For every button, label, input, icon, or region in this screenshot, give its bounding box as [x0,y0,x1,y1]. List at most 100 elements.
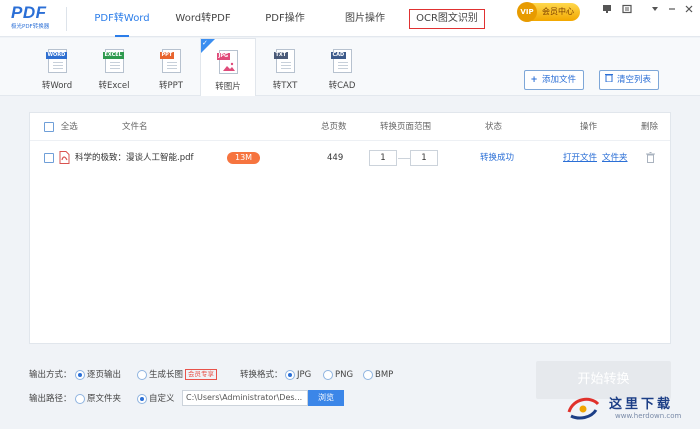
col-file-name: 文件名 [122,122,148,132]
tool-label: 转PPT [159,81,183,91]
file-size-cell: 13M [227,143,261,173]
path-original-radio[interactable]: 原文件夹 [75,393,121,405]
vip-only-tag: 会员专享 [185,369,218,380]
col-total-pages: 总页数 [321,122,347,132]
minimize-icon[interactable] [665,4,679,18]
tab-label: 图片操作 [345,13,385,24]
browse-button[interactable]: 浏览 [308,390,344,406]
tab-pdf-operations[interactable]: PDF操作 [262,0,308,37]
tool-label: 转Excel [98,81,130,91]
add-file-label: 添加文件 [542,75,577,85]
col-operation: 操作 [580,122,598,132]
range-from-input[interactable]: 1 [369,150,397,166]
radio-unselected [323,369,333,380]
file-badge: WORD [45,52,68,59]
clear-list-button[interactable]: 清空列表 [599,70,660,90]
top-bar: PDF 极光PDF转换器 PDF转Word Word转PDF PDF操作 图片操… [0,0,700,37]
col-page-range: 转换页面范围 [380,122,432,132]
format-label: 转换格式： [240,370,283,380]
tab-pdf-to-word[interactable]: PDF转Word [91,0,153,37]
format-png-radio[interactable]: PNG [323,369,353,381]
vip-center-button[interactable]: VIP 会员中心 [517,2,580,22]
file-badge: PPT [159,52,175,59]
tool-to-ppt[interactable]: PPT 转PPT [143,42,199,96]
tab-label: OCR图文识别 [416,13,478,24]
tab-label: Word转PDF [175,13,231,24]
format-jpg-radio[interactable]: JPG [285,369,311,381]
tool-to-word[interactable]: WORD 转Word [29,42,85,96]
watermark: 这里下载 www.herdown.com [565,392,693,426]
excel-file-icon: EXCEL [102,49,124,73]
output-path-input[interactable]: C:\Users\Administrator\Des... [182,390,308,406]
mode-long-image-radio[interactable]: 生成长图 会员专享 [137,369,218,381]
clear-list-label: 清空列表 [617,75,652,85]
watermark-url: www.herdown.com [615,412,682,420]
open-file-link[interactable]: 打开文件 [563,143,597,173]
file-name: 科学的极致：漫谈人工智能.pdf [75,153,194,163]
txt-file-icon: TXT [273,49,295,73]
tab-ocr[interactable]: OCR图文识别 [409,9,485,29]
image-file-icon: JPG [216,50,238,74]
check-icon: ✓ [202,39,208,47]
path-original-label: 原文件夹 [87,394,122,404]
open-file-label: 打开文件 [563,153,598,163]
select-all-checkbox[interactable] [44,121,54,132]
radio-unselected [75,393,85,404]
vip-crown-icon: VIP [517,2,537,22]
format-png-label: PNG [335,370,354,380]
message-icon[interactable] [620,4,634,18]
file-badge: CAD [330,52,347,59]
close-icon[interactable] [682,4,696,18]
select-all-label: 全选 [60,122,78,132]
radio-selected [137,393,147,404]
col-delete: 删除 [641,122,659,132]
logo-subtitle: 极光PDF转换器 [11,24,50,30]
tool-label: 转图片 [215,82,241,92]
col-status: 状态 [485,122,503,132]
format-bmp-label: BMP [375,370,394,380]
row-checkbox[interactable] [44,152,54,163]
plus-icon: + [530,75,538,85]
table-row: 科学的极致：漫谈人工智能.pdf 13M 449 1 1 转换成功 打开文件 文… [30,143,670,173]
mode-per-page-label: 逐页输出 [87,370,122,380]
vip-center-label: 会员中心 [542,7,574,16]
app-logo: PDF 极光PDF转换器 [11,4,57,32]
select-all[interactable]: 全选 [44,113,78,141]
tab-word-to-pdf[interactable]: Word转PDF [172,0,234,37]
add-file-button[interactable]: + 添加文件 [524,70,585,90]
tool-label: 转TXT [272,81,298,91]
menu-dropdown-icon[interactable] [648,4,662,18]
mode-per-page-radio[interactable]: 逐页输出 [75,369,121,381]
ppt-file-icon: PPT [159,49,181,73]
status-text: 转换成功 [480,153,515,163]
open-folder-link[interactable]: 文件夹 [602,143,628,173]
tool-to-cad[interactable]: CAD 转CAD [314,42,370,96]
tool-to-excel[interactable]: EXCEL 转Excel [86,42,142,96]
range-to-input[interactable]: 1 [410,150,438,166]
feedback-icon[interactable] [600,4,614,18]
file-size-badge: 13M [227,152,261,164]
tab-label: PDF操作 [265,13,305,24]
tool-to-txt[interactable]: TXT 转TXT [257,42,313,96]
conversion-toolbar: WORD 转Word EXCEL 转Excel PPT 转PPT ✓ JPG 转… [0,38,700,96]
path-custom-radio[interactable]: 自定义 [137,393,175,405]
row-checkbox-cell[interactable] [44,143,54,173]
radio-selected [75,369,85,380]
word-file-icon: WORD [45,49,68,73]
path-custom-label: 自定义 [149,394,175,404]
cad-file-icon: CAD [330,49,352,73]
tab-label: PDF转Word [94,13,150,24]
format-bmp-radio[interactable]: BMP [363,369,393,381]
trash-icon [604,71,614,89]
folder-label: 文件夹 [602,153,628,163]
mode-long-image-label: 生成长图 [149,370,184,380]
output-path-label: 输出路径： [29,394,72,404]
tool-to-image[interactable]: ✓ JPG 转图片 [200,38,256,96]
total-pages: 449 [327,153,344,163]
watermark-title: 这里下载 [609,397,674,412]
radio-selected [285,369,295,380]
tab-image-operations[interactable]: 图片操作 [342,0,388,37]
delete-row-icon[interactable] [646,143,655,173]
tool-label: 转CAD [328,81,356,91]
logo-text: PDF [11,3,47,22]
